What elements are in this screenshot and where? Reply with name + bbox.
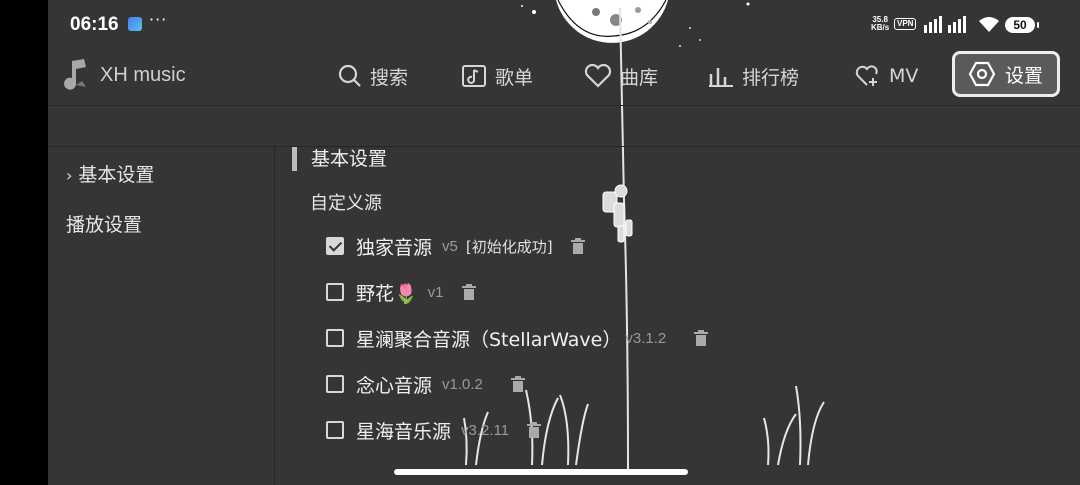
sidebar-item-basic[interactable]: › 基本设置 (66, 160, 154, 187)
sub-toolbar (48, 106, 1080, 147)
nav-mv-label: MV (889, 65, 919, 87)
chevron-right-icon: › (66, 166, 73, 185)
trash-icon[interactable] (570, 238, 585, 254)
heart-icon (584, 64, 612, 88)
nav-library-label: 曲库 (620, 66, 659, 89)
settings-hexagon-icon (968, 61, 995, 87)
trash-icon[interactable] (527, 422, 542, 438)
home-indicator[interactable] (394, 469, 688, 475)
source-checkbox[interactable] (326, 375, 344, 393)
nav-library[interactable]: 曲库 (584, 56, 658, 96)
more-notifications-icon: ··· (149, 10, 168, 29)
nav-playlist[interactable]: 歌单 (461, 56, 533, 96)
vpn-icon: VPN (894, 18, 917, 30)
section-title: 基本设置 (292, 147, 387, 171)
nav-rank-label: 排行榜 (742, 66, 800, 89)
clock: 06:16 (70, 14, 119, 35)
source-name: 独家音源 (356, 236, 433, 259)
nav-settings-label: 设置 (1004, 64, 1043, 87)
signal-icon (924, 16, 966, 33)
app-window: 06:16 ··· 35.8 KB/s VPN 50 XH music 搜索 歌… (48, 0, 1080, 485)
status-bar: 06:16 ··· 35.8 KB/s VPN 50 (48, 0, 1080, 48)
music-note-icon (64, 59, 86, 90)
nav-settings[interactable]: 设置 (952, 51, 1060, 97)
source-row[interactable]: 野花🌷 v1 (326, 279, 476, 305)
settings-content: 基本设置 自定义源 独家音源 v5 [初始化成功] 野花🌷 v1 星澜聚合音源（… (292, 147, 1052, 485)
source-version: v3.1.2 (625, 329, 667, 347)
network-speed-unit: KB/s (871, 23, 890, 32)
sidebar-item-playback[interactable]: 播放设置 (66, 210, 142, 237)
source-status: [初始化成功] (465, 237, 553, 256)
source-name: 星海音乐源 (356, 420, 452, 443)
bar-chart-icon (709, 68, 733, 87)
source-version: v1.0.2 (442, 375, 483, 393)
battery-indicator: 50 (1005, 17, 1039, 33)
nav-playlist-label: 歌单 (495, 66, 534, 89)
gallery-notification-icon (128, 17, 142, 31)
network-speed: 35.8 KB/s (871, 16, 889, 32)
top-nav: XH music 搜索 歌单 曲库 排行榜 MV 设置 (48, 48, 1080, 106)
nav-search-label: 搜索 (370, 66, 409, 89)
sidebar-item-label: 基本设置 (78, 164, 155, 186)
source-name: 念心音源 (356, 374, 433, 397)
wifi-icon (979, 17, 999, 32)
source-version: v5 (442, 237, 458, 255)
source-name: 野花🌷 (356, 282, 418, 305)
sidebar-item-label: 播放设置 (66, 214, 143, 236)
heart-plus-icon (855, 65, 878, 86)
source-row[interactable]: 念心音源 v1.0.2 (326, 371, 525, 397)
nav-search[interactable]: 搜索 (338, 56, 408, 96)
source-checkbox[interactable] (326, 237, 344, 255)
source-version: v1 (427, 283, 444, 301)
source-version: v3.2.11 (461, 421, 510, 439)
subsection-title: 自定义源 (310, 193, 382, 214)
nav-rank[interactable]: 排行榜 (708, 56, 799, 96)
source-checkbox[interactable] (326, 421, 344, 439)
playlist-icon (462, 65, 486, 87)
trash-icon[interactable] (694, 330, 709, 346)
trash-icon[interactable] (510, 376, 525, 392)
app-logo[interactable]: XH music (62, 59, 186, 91)
source-name: 星澜聚合音源（StellarWave） (356, 328, 622, 351)
search-icon (338, 64, 361, 87)
trash-icon[interactable] (461, 284, 476, 300)
source-row[interactable]: 星海音乐源 v3.2.11 (326, 417, 542, 443)
source-checkbox[interactable] (326, 283, 344, 301)
source-row[interactable]: 星澜聚合音源（StellarWave） v3.1.2 (326, 325, 709, 351)
source-checkbox[interactable] (326, 329, 344, 347)
source-row[interactable]: 独家音源 v5 [初始化成功] (326, 233, 585, 259)
nav-mv[interactable]: MV (855, 56, 918, 96)
settings-sidebar: › 基本设置 播放设置 (48, 147, 275, 485)
app-name: XH music (100, 63, 186, 86)
